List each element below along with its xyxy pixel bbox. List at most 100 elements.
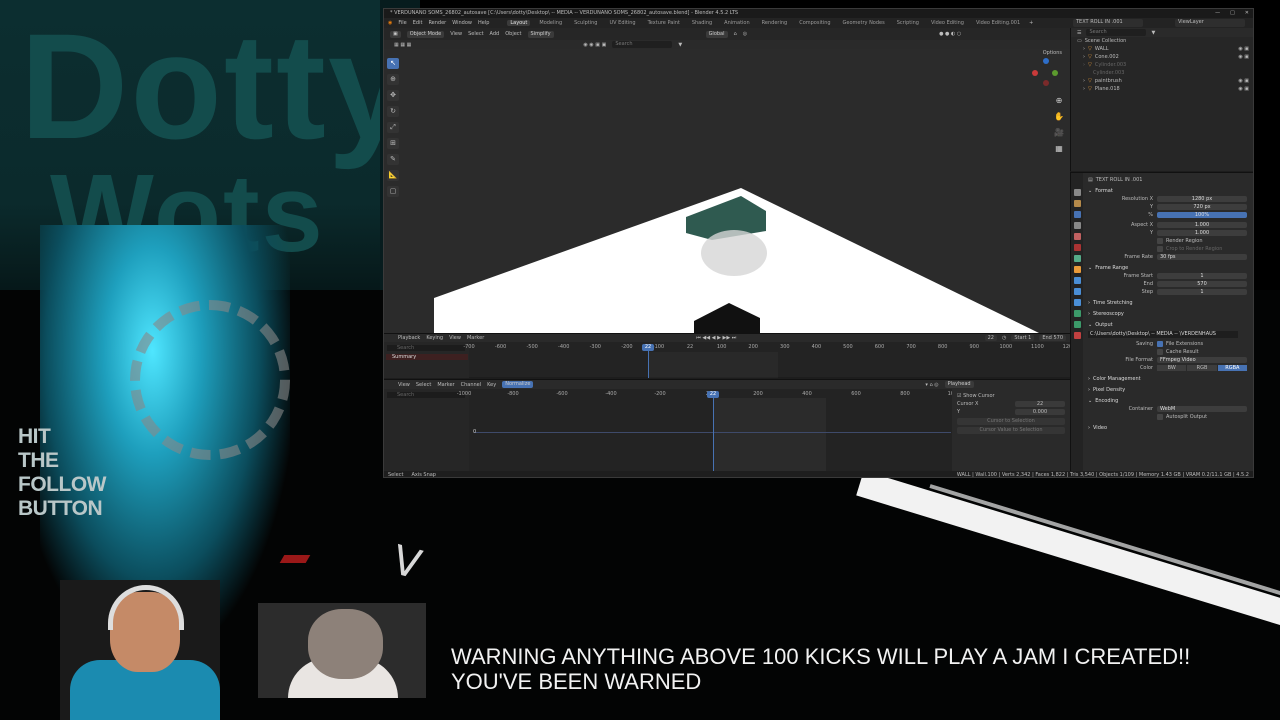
pivot-selector[interactable]: Playhead <box>944 381 974 388</box>
timeline-summary-channel[interactable]: Summary <box>386 354 468 360</box>
panel-stereoscopy[interactable]: › Stereoscopy <box>1085 310 1253 318</box>
resolution-percent-field[interactable]: 100% <box>1157 212 1247 218</box>
view-layer-tab-icon[interactable] <box>1073 222 1081 229</box>
panel-frame-range[interactable]: ⌄ Frame Range <box>1085 264 1253 272</box>
timeline-ruler[interactable]: -700 -600 -500 -400 -300 -200 -100 22 100 200 300 4… <box>463 344 1075 352</box>
gizmo-x-axis[interactable] <box>1032 70 1038 76</box>
measure-tool-icon[interactable]: 📐 <box>387 170 399 181</box>
graph-menu-select[interactable]: Select <box>416 382 431 388</box>
scene-tab-icon[interactable] <box>1073 233 1081 240</box>
viewport-menu-add[interactable]: Add <box>490 31 500 37</box>
cursor-value-to-selection-button[interactable]: Cursor Value to Selection <box>957 427 1065 434</box>
resolution-x-field[interactable]: 1280 px <box>1157 196 1247 202</box>
filter-icon[interactable]: ▼ <box>678 42 682 48</box>
graph-menu-channel[interactable]: Channel <box>461 382 482 388</box>
expand-arrow-icon[interactable]: › <box>1083 54 1085 60</box>
frame-start-field[interactable]: Start 1 <box>1011 335 1035 341</box>
collection-tab-icon[interactable] <box>1073 255 1081 262</box>
expand-arrow-icon[interactable]: › <box>1083 86 1085 92</box>
gizmo-y-axis[interactable] <box>1052 70 1058 76</box>
select-tool-icon[interactable]: ↖ <box>387 58 399 69</box>
frame-rate-dropdown[interactable]: 30 fps <box>1157 254 1247 260</box>
visibility-eye-icon[interactable]: ◉ ▣ <box>1238 78 1249 84</box>
workspace-tab[interactable]: Modeling <box>536 20 565 26</box>
timeline-menu-playback[interactable]: Playback <box>398 335 420 341</box>
rotate-tool-icon[interactable]: ↻ <box>387 106 399 117</box>
panel-pixel-density[interactable]: › Pixel Density <box>1085 386 1253 394</box>
object-tab-icon[interactable] <box>1073 266 1081 273</box>
frame-end-field[interactable]: 570 <box>1157 281 1247 287</box>
mode-selector[interactable]: Object Mode <box>406 30 445 38</box>
particles-tab-icon[interactable] <box>1073 288 1081 295</box>
graph-playhead[interactable] <box>713 391 714 471</box>
timeline-search[interactable]: Search <box>387 345 465 351</box>
maximize-icon[interactable]: □ <box>1230 10 1235 16</box>
render-region-checkbox[interactable] <box>1157 238 1163 244</box>
autosplit-checkbox[interactable] <box>1157 414 1163 420</box>
move-tool-icon[interactable]: ✥ <box>387 90 399 101</box>
scale-tool-icon[interactable]: ⤢ <box>387 122 399 133</box>
panel-output[interactable]: ⌄ Output <box>1085 321 1253 329</box>
expand-arrow-icon[interactable]: › <box>1083 62 1085 68</box>
properties-editor[interactable]: ▤ TEXT ROLL IN .001 ⌄ Format Resolution … <box>1070 172 1253 471</box>
constraints-tab-icon[interactable] <box>1073 310 1081 317</box>
outliner-row[interactable]: ▭ Scene Collection <box>1071 37 1253 45</box>
clock-icon[interactable]: ◷ <box>1002 335 1006 341</box>
current-frame-field[interactable]: 22 <box>984 335 997 341</box>
outliner-row[interactable]: › ▽ paintbrush ◉ ▣ <box>1071 77 1253 85</box>
outliner-row[interactable]: › ▽ Plane.018 ◉ ▣ <box>1071 85 1253 93</box>
editor-type-icon[interactable]: ▣ <box>390 30 401 38</box>
playback-controls[interactable]: ⏮ ◀◀ ◀ ▶ ▶▶ ⏭ <box>696 335 736 341</box>
close-icon[interactable]: ✕ <box>1245 10 1249 16</box>
panel-video[interactable]: › Video <box>1085 424 1253 432</box>
cursor-to-selection-button[interactable]: Cursor to Selection <box>957 418 1065 425</box>
workspace-tab[interactable]: Video Editing <box>928 20 967 26</box>
orientation-selector[interactable]: Global <box>705 30 728 38</box>
timeline-editor[interactable]: Playback Keying View Marker ⏮ ◀◀ ◀ ▶ ▶▶ … <box>384 333 1075 378</box>
blender-logo-icon[interactable]: ◉ <box>388 20 392 26</box>
workspace-tab-layout[interactable]: Layout <box>507 20 531 26</box>
timeline-menu-keying[interactable]: Keying <box>426 335 443 341</box>
graph-menu-view[interactable]: View <box>398 382 410 388</box>
graph-menu-key[interactable]: Key <box>487 382 496 388</box>
physics-tab-icon[interactable] <box>1073 299 1081 306</box>
graph-playhead-label[interactable]: 22 <box>707 391 719 398</box>
gizmo-neg-x-axis[interactable] <box>1043 80 1049 86</box>
workspace-tab[interactable]: Shading <box>689 20 715 26</box>
cache-result-checkbox[interactable] <box>1157 349 1163 355</box>
timeline-menu-marker[interactable]: Marker <box>467 335 484 341</box>
outliner-row[interactable]: Cylinder.003 <box>1071 69 1253 77</box>
tool-tab-icon[interactable] <box>1073 189 1081 196</box>
menu-edit[interactable]: Edit <box>413 20 423 26</box>
workspace-tab[interactable]: Sculpting <box>571 20 600 26</box>
output-tab-icon[interactable] <box>1073 211 1081 218</box>
gizmo-z-axis[interactable] <box>1043 58 1049 64</box>
graph-search[interactable]: Search <box>387 392 465 398</box>
frame-step-field[interactable]: 1 <box>1157 289 1247 295</box>
show-cursor-checkbox[interactable]: ☑ Show Cursor <box>957 393 995 399</box>
workspace-tab[interactable]: Scripting <box>894 20 922 26</box>
visibility-eye-icon[interactable]: ◉ ▣ <box>1238 46 1249 52</box>
color-rgba-option[interactable]: RGBA <box>1217 365 1247 371</box>
frame-end-field[interactable]: End 570 <box>1039 335 1066 341</box>
proportional-edit-icon[interactable]: ◎ <box>743 31 747 37</box>
file-format-dropdown[interactable]: FFmpeg Video <box>1157 357 1247 363</box>
viewport-menu-view[interactable]: View <box>450 31 462 37</box>
cursor-y-field[interactable]: 0.000 <box>1015 409 1065 415</box>
outliner[interactable]: ☰ Search ▼ ▭ Scene Collection › ▽ WALL ◉… <box>1070 28 1253 171</box>
workspace-tab[interactable]: Compositing <box>796 20 833 26</box>
visibility-icons[interactable]: ◉ ◉ ▣ ▣ <box>583 42 606 48</box>
panel-time-stretching[interactable]: › Time Stretching <box>1085 299 1253 307</box>
transform-tool-icon[interactable]: ⊞ <box>387 138 399 149</box>
outliner-search[interactable]: Search <box>1086 29 1147 36</box>
cursor-x-field[interactable]: 22 <box>1015 401 1065 407</box>
world-tab-icon[interactable] <box>1073 244 1081 251</box>
outliner-row[interactable]: › ▽ Cylinder.003 <box>1071 61 1253 69</box>
panel-encoding[interactable]: ⌄ Encoding <box>1085 397 1253 405</box>
menu-render[interactable]: Render <box>428 20 446 26</box>
simplify-toggle[interactable]: Simplify <box>527 30 554 38</box>
navigation-gizmo[interactable] <box>1032 58 1060 86</box>
scene-selector[interactable]: TEXT ROLL IN .001 <box>1073 19 1143 27</box>
timeline-menu-view[interactable]: View <box>449 335 461 341</box>
visibility-eye-icon[interactable]: ◉ ▣ <box>1238 86 1249 92</box>
